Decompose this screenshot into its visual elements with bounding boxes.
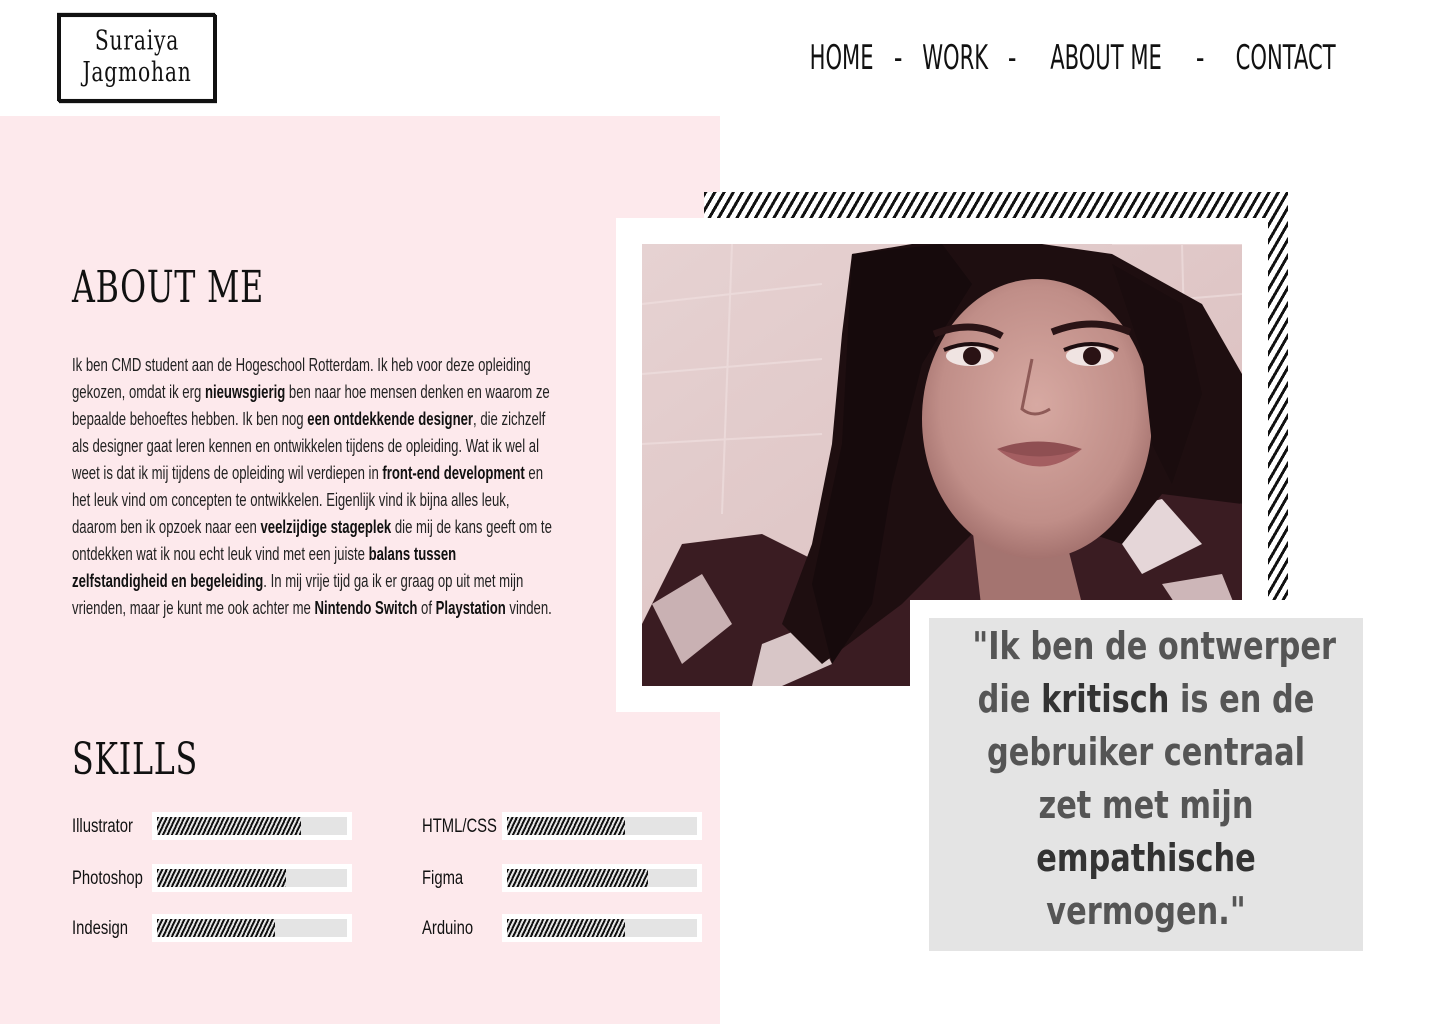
quote-segment: zet met mijn xyxy=(1038,783,1254,827)
skill-bar xyxy=(502,864,702,892)
nav-separator: - xyxy=(1008,38,1017,78)
skill-bar-fill xyxy=(157,919,275,937)
skill-bar-fill xyxy=(157,817,302,835)
skill-bar xyxy=(502,812,702,840)
page: Suraiya Jagmohan HOME - WORK - ABOUT ME … xyxy=(0,0,1440,1024)
skill-bar-track xyxy=(507,869,697,887)
skill-label: Photoshop xyxy=(72,868,143,889)
quote-line: gebruiker centraal xyxy=(972,726,1319,779)
quote-line: vermogen." xyxy=(972,885,1319,938)
quote-segment: die xyxy=(977,677,1042,721)
logo-line-2: Jagmohan xyxy=(82,56,192,89)
skill-bar-fill xyxy=(507,817,625,835)
skill-bar xyxy=(152,914,352,942)
skill-item: Indesign xyxy=(72,914,352,944)
skill-bar-track xyxy=(507,919,697,937)
about-highlight: een ontdekkende designer xyxy=(307,409,474,429)
quote-highlight: empathische xyxy=(1036,836,1256,880)
skill-bar xyxy=(152,864,352,892)
nav-about-me[interactable]: ABOUT ME xyxy=(1051,38,1163,78)
skill-bar-track xyxy=(507,817,697,835)
skill-item: Photoshop xyxy=(72,864,352,894)
quote-segment: gebruiker centraal xyxy=(986,730,1306,774)
main-nav: HOME - WORK - ABOUT ME - CONTACT xyxy=(790,36,1366,80)
skills-title: SKILLS xyxy=(72,734,198,785)
nav-work[interactable]: WORK xyxy=(922,38,988,78)
nav-separator: - xyxy=(1196,38,1205,78)
about-highlight: nieuwsgierig xyxy=(204,382,286,402)
skill-label: Arduino xyxy=(422,918,474,939)
quote-segment: "Ik ben de ontwerper xyxy=(972,624,1337,668)
about-highlight: Playstation xyxy=(435,598,506,618)
about-highlight: veelzijdige stageplek xyxy=(260,517,392,537)
skill-bar-track xyxy=(157,919,347,937)
skill-label: Indesign xyxy=(72,918,129,939)
quote-line: empathische xyxy=(972,832,1319,885)
nav-separator: - xyxy=(893,38,903,78)
skill-bar-track xyxy=(157,869,347,887)
about-paragraph: Ik ben CMD student aan de Hogeschool Rot… xyxy=(72,352,554,622)
skill-label: Illustrator xyxy=(72,816,133,837)
quote-segment: is en de xyxy=(1169,677,1315,721)
quote-highlight: kritisch xyxy=(1041,677,1170,721)
quote-line: die kritisch is en de xyxy=(972,673,1319,726)
skill-label: HTML/CSS xyxy=(422,816,497,837)
quote-text: "Ik ben de ontwerper die kritisch is en d… xyxy=(929,620,1363,938)
skill-item: Arduino xyxy=(422,914,702,944)
about-highlight: front-end development xyxy=(382,463,525,483)
site-logo[interactable]: Suraiya Jagmohan xyxy=(58,13,216,103)
skill-item: Figma xyxy=(422,864,702,894)
quote-line: "Ik ben de ontwerper xyxy=(972,620,1336,673)
about-text-segment: of xyxy=(417,598,436,618)
skill-bar xyxy=(502,914,702,942)
about-title: ABOUT ME xyxy=(72,262,264,313)
nav-home[interactable]: HOME xyxy=(810,38,874,78)
skill-label: Figma xyxy=(422,868,464,889)
skill-bar-fill xyxy=(507,869,648,887)
skill-bar-fill xyxy=(157,869,287,887)
about-highlight: Nintendo Switch xyxy=(314,598,418,618)
skill-bar xyxy=(152,812,352,840)
skill-bar-fill xyxy=(507,919,625,937)
skill-bar-track xyxy=(157,817,347,835)
skill-item: Illustrator xyxy=(72,812,352,842)
quote-line: zet met mijn xyxy=(972,779,1319,832)
about-text-segment: vinden. xyxy=(505,598,552,618)
logo-line-1: Suraiya xyxy=(94,25,180,57)
quote-segment: vermogen." xyxy=(1046,889,1246,933)
nav-contact[interactable]: CONTACT xyxy=(1235,38,1335,78)
skill-item: HTML/CSS xyxy=(422,812,702,842)
